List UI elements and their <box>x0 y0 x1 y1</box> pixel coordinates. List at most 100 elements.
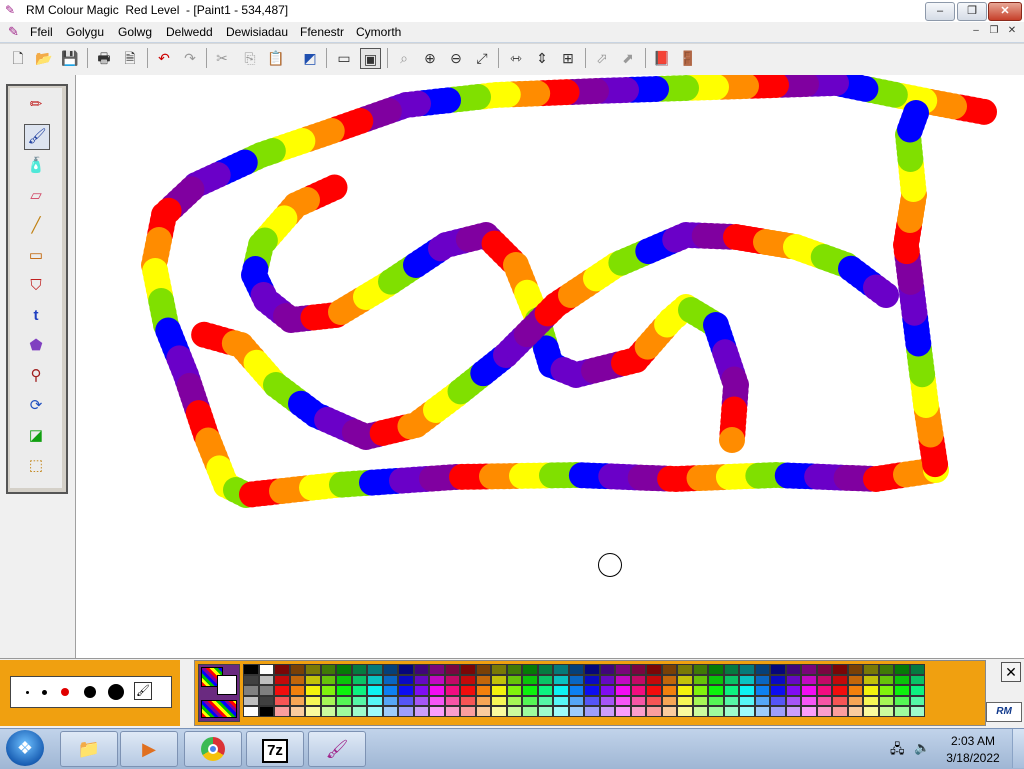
palette-swatch[interactable] <box>367 674 383 685</box>
palette-swatch[interactable] <box>739 706 755 717</box>
palette-swatch[interactable] <box>320 685 336 696</box>
color-palette[interactable] <box>243 664 943 720</box>
palette-swatch[interactable] <box>599 685 615 696</box>
cut-icon[interactable]: ✂ <box>212 48 232 68</box>
palette-swatch[interactable] <box>382 695 398 706</box>
explorer-icon[interactable]: 📁 <box>60 731 118 767</box>
show-canvas-icon[interactable]: ▭ <box>334 48 354 68</box>
palette-swatch[interactable] <box>785 685 801 696</box>
palette-swatch[interactable] <box>847 695 863 706</box>
clock-date[interactable]: 3/18/2022 <box>942 751 1004 765</box>
palette-swatch[interactable] <box>289 685 305 696</box>
new-document-icon[interactable]: 🗋 <box>8 48 28 68</box>
palette-swatch[interactable] <box>413 685 429 696</box>
custom-brush-icon[interactable]: 🖌 <box>134 682 152 700</box>
palette-swatch[interactable] <box>909 685 925 696</box>
eraser-icon[interactable]: ▱ <box>24 184 48 208</box>
palette-swatch[interactable] <box>661 706 677 717</box>
brush-size-tiny[interactable] <box>26 691 29 694</box>
copy-icon[interactable]: ⎘ <box>240 48 260 68</box>
select-icon[interactable]: ◩ <box>300 48 320 68</box>
palette-swatch[interactable] <box>785 695 801 706</box>
palette-swatch[interactable] <box>630 695 646 706</box>
palette-swatch[interactable] <box>398 706 414 717</box>
palette-swatch[interactable] <box>615 695 631 706</box>
palette-swatch[interactable] <box>894 674 910 685</box>
palette-swatch[interactable] <box>723 674 739 685</box>
palette-swatch[interactable] <box>878 695 894 706</box>
palette-swatch[interactable] <box>770 695 786 706</box>
palette-swatch[interactable] <box>878 685 894 696</box>
palette-swatch[interactable] <box>878 674 894 685</box>
palette-swatch[interactable] <box>630 685 646 696</box>
show-desktop-button[interactable] <box>1012 729 1024 768</box>
palette-swatch[interactable] <box>413 695 429 706</box>
palette-swatch[interactable] <box>599 664 615 675</box>
palette-swatch[interactable] <box>429 695 445 706</box>
palette-swatch[interactable] <box>351 706 367 717</box>
palette-swatch[interactable] <box>661 674 677 685</box>
palette-swatch[interactable] <box>506 706 522 717</box>
palette-swatch[interactable] <box>475 685 491 696</box>
palette-swatch[interactable] <box>351 695 367 706</box>
palette-swatch[interactable] <box>429 664 445 675</box>
palette-close-button[interactable]: ✕ <box>1001 662 1021 682</box>
palette-swatch[interactable] <box>491 664 507 675</box>
palette-swatch[interactable] <box>863 685 879 696</box>
palette-swatch[interactable] <box>630 664 646 675</box>
palette-swatch[interactable] <box>847 674 863 685</box>
palette-swatch[interactable] <box>429 706 445 717</box>
palette-swatch[interactable] <box>568 674 584 685</box>
palette-swatch[interactable] <box>739 695 755 706</box>
palette-swatch[interactable] <box>367 685 383 696</box>
palette-swatch[interactable] <box>739 674 755 685</box>
palette-swatch[interactable] <box>816 674 832 685</box>
palette-swatch[interactable] <box>692 674 708 685</box>
palette-swatch[interactable] <box>320 706 336 717</box>
palette-swatch[interactable] <box>258 706 274 717</box>
palette-swatch[interactable] <box>615 674 631 685</box>
rectangle-icon[interactable]: ▭ <box>24 244 48 268</box>
palette-swatch[interactable] <box>274 695 290 706</box>
palette-swatch[interactable] <box>398 664 414 675</box>
palette-swatch[interactable] <box>506 695 522 706</box>
mdi-restore-button[interactable]: ❐ <box>986 24 1002 38</box>
palette-swatch[interactable] <box>460 664 476 675</box>
palette-swatch[interactable] <box>816 706 832 717</box>
palette-swatch[interactable] <box>398 685 414 696</box>
palette-swatch[interactable] <box>847 664 863 675</box>
palette-swatch[interactable] <box>305 685 321 696</box>
palette-swatch[interactable] <box>584 685 600 696</box>
palette-swatch[interactable] <box>677 664 693 675</box>
palette-swatch[interactable] <box>785 664 801 675</box>
palette-swatch[interactable] <box>878 664 894 675</box>
palette-swatch[interactable] <box>754 695 770 706</box>
palette-swatch[interactable] <box>708 685 724 696</box>
exit-door-icon[interactable]: 🚪 <box>678 48 698 68</box>
palette-swatch[interactable] <box>909 664 925 675</box>
palette-swatch[interactable] <box>320 664 336 675</box>
colour-magic-icon[interactable]: 🖌 <box>308 731 366 767</box>
palette-swatch[interactable] <box>460 674 476 685</box>
palette-swatch[interactable] <box>754 685 770 696</box>
palette-swatch[interactable] <box>832 664 848 675</box>
palette-swatch[interactable] <box>754 674 770 685</box>
palette-swatch[interactable] <box>801 706 817 717</box>
palette-swatch[interactable] <box>522 674 538 685</box>
palette-swatch[interactable] <box>289 706 305 717</box>
palette-swatch[interactable] <box>444 674 460 685</box>
palette-swatch[interactable] <box>305 695 321 706</box>
palette-swatch[interactable] <box>770 664 786 675</box>
palette-swatch[interactable] <box>274 674 290 685</box>
palette-swatch[interactable] <box>770 706 786 717</box>
palette-swatch[interactable] <box>444 664 460 675</box>
palette-swatch[interactable] <box>584 664 600 675</box>
mdi-close-button[interactable]: ✕ <box>1004 24 1020 38</box>
maximize-button[interactable]: ❐ <box>957 2 987 21</box>
palette-swatch[interactable] <box>305 674 321 685</box>
undo-icon[interactable]: ↶ <box>154 48 174 68</box>
palette-swatch[interactable] <box>522 685 538 696</box>
palette-swatch[interactable] <box>506 685 522 696</box>
palette-swatch[interactable] <box>801 674 817 685</box>
palette-swatch[interactable] <box>754 706 770 717</box>
